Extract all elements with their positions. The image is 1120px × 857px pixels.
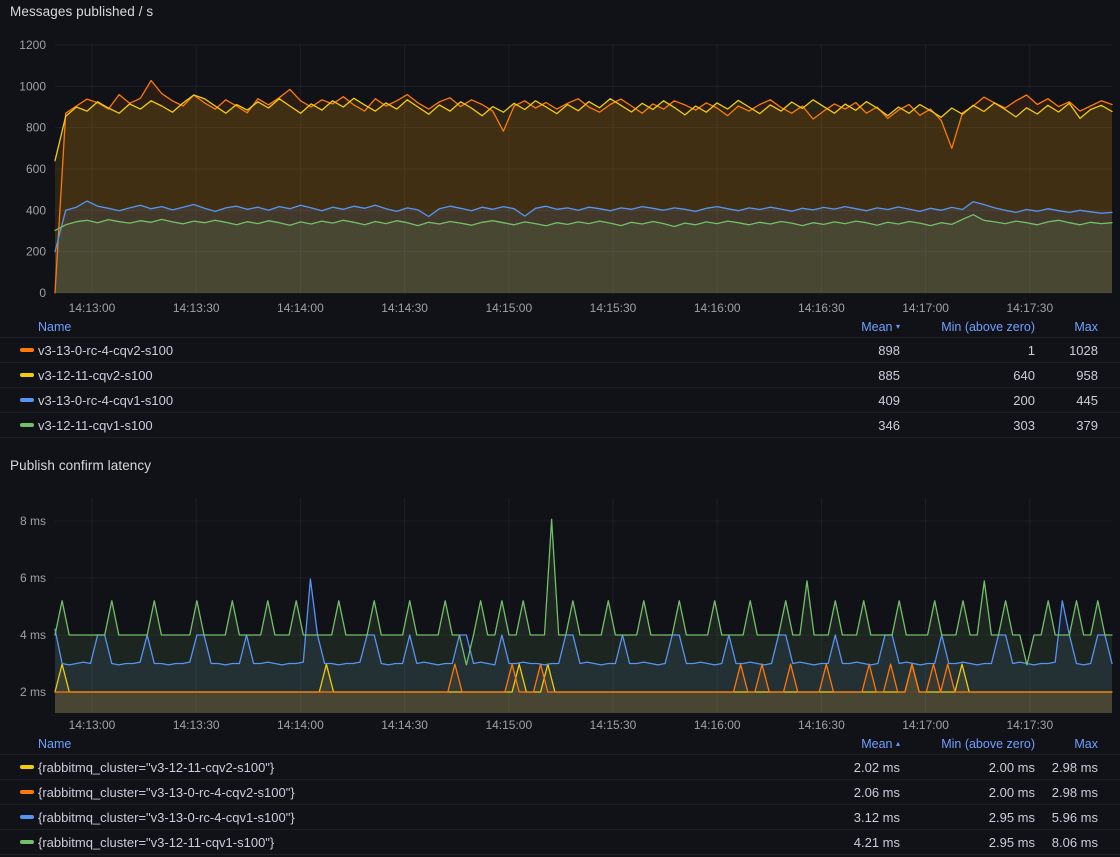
svg-text:6 ms: 6 ms bbox=[20, 571, 46, 585]
legend-header-max[interactable]: Max bbox=[1035, 737, 1098, 751]
svg-text:1200: 1200 bbox=[19, 38, 46, 52]
svg-text:14:13:00: 14:13:00 bbox=[69, 301, 116, 315]
min-value: 2.95 ms bbox=[900, 810, 1035, 825]
legend-header-mean[interactable]: Mean ▴ bbox=[750, 737, 900, 751]
legend-header-min[interactable]: Min (above zero) bbox=[900, 737, 1035, 751]
series-name[interactable]: {rabbitmq_cluster="v3-12-11-cqv2-s100"} bbox=[38, 760, 750, 775]
svg-text:14:15:00: 14:15:00 bbox=[485, 301, 532, 315]
mean-value: 898 bbox=[750, 343, 900, 358]
mean-value: 2.06 ms bbox=[750, 785, 900, 800]
max-value: 1028 bbox=[1035, 343, 1098, 358]
series-color-swatch[interactable] bbox=[20, 790, 34, 794]
series-name[interactable]: {rabbitmq_cluster="v3-12-11-cqv1-s100"} bbox=[38, 835, 750, 850]
legend-row[interactable]: {rabbitmq_cluster="v3-12-11-cqv1-s100"} … bbox=[0, 829, 1120, 854]
legend-header-row: Name Mean ▴ Min (above zero) Max bbox=[0, 734, 1120, 754]
svg-text:14:13:00: 14:13:00 bbox=[69, 718, 116, 732]
svg-text:14:14:30: 14:14:30 bbox=[381, 718, 428, 732]
series-color-swatch[interactable] bbox=[20, 765, 34, 769]
svg-text:14:13:30: 14:13:30 bbox=[173, 301, 220, 315]
svg-text:4 ms: 4 ms bbox=[20, 628, 46, 642]
min-value: 200 bbox=[900, 393, 1035, 408]
max-value: 2.98 ms bbox=[1035, 760, 1098, 775]
panel-title-publish-confirm-latency[interactable]: Publish confirm latency bbox=[10, 458, 151, 473]
svg-text:800: 800 bbox=[26, 121, 46, 135]
series-color-swatch[interactable] bbox=[20, 840, 34, 844]
mean-value: 2.02 ms bbox=[750, 760, 900, 775]
series-name[interactable]: {rabbitmq_cluster="v3-13-0-rc-4-cqv1-s10… bbox=[38, 810, 750, 825]
svg-text:14:16:00: 14:16:00 bbox=[694, 301, 741, 315]
svg-text:14:16:30: 14:16:30 bbox=[798, 718, 845, 732]
legend-row[interactable]: v3-12-11-cqv2-s100 885 640 958 bbox=[0, 362, 1120, 387]
svg-text:14:17:00: 14:17:00 bbox=[902, 301, 949, 315]
svg-text:14:17:30: 14:17:30 bbox=[1006, 718, 1053, 732]
svg-text:14:15:00: 14:15:00 bbox=[485, 718, 532, 732]
svg-text:14:15:30: 14:15:30 bbox=[590, 718, 637, 732]
series-color-swatch[interactable] bbox=[20, 815, 34, 819]
svg-text:400: 400 bbox=[26, 203, 46, 217]
series-name[interactable]: v3-12-11-cqv2-s100 bbox=[38, 368, 750, 383]
mean-value: 4.21 ms bbox=[750, 835, 900, 850]
svg-text:0: 0 bbox=[39, 286, 46, 300]
legend-header-name[interactable]: Name bbox=[38, 737, 750, 751]
mean-value: 346 bbox=[750, 418, 900, 433]
svg-text:14:17:00: 14:17:00 bbox=[902, 718, 949, 732]
svg-text:14:15:30: 14:15:30 bbox=[590, 301, 637, 315]
legend-header-mean[interactable]: Mean ▾ bbox=[750, 320, 900, 334]
min-value: 303 bbox=[900, 418, 1035, 433]
mean-value: 3.12 ms bbox=[750, 810, 900, 825]
min-value: 640 bbox=[900, 368, 1035, 383]
legend-header-min[interactable]: Min (above zero) bbox=[900, 320, 1035, 334]
series-color-swatch[interactable] bbox=[20, 398, 34, 402]
series-name[interactable]: v3-12-11-cqv1-s100 bbox=[38, 418, 750, 433]
legend-row[interactable]: {rabbitmq_cluster="v3-12-11-cqv2-s100"} … bbox=[0, 754, 1120, 779]
max-value: 379 bbox=[1035, 418, 1098, 433]
series-name[interactable]: v3-13-0-rc-4-cqv2-s100 bbox=[38, 343, 750, 358]
svg-text:14:14:00: 14:14:00 bbox=[277, 301, 324, 315]
legend-row[interactable]: v3-13-0-rc-4-cqv1-s100 409 200 445 bbox=[0, 387, 1120, 412]
svg-text:1000: 1000 bbox=[19, 79, 46, 93]
grafana-dashboard: { "colors": { "background": "#111217", "… bbox=[0, 0, 1120, 857]
svg-text:14:16:00: 14:16:00 bbox=[694, 718, 741, 732]
max-value: 5.96 ms bbox=[1035, 810, 1098, 825]
svg-text:8 ms: 8 ms bbox=[20, 514, 46, 528]
max-value: 958 bbox=[1035, 368, 1098, 383]
legend-table-messages-published: Name Mean ▾ Min (above zero) Max v3-13-0… bbox=[0, 317, 1120, 438]
max-value: 2.98 ms bbox=[1035, 785, 1098, 800]
legend-row[interactable]: v3-13-0-rc-4-cqv2-s100 898 1 1028 bbox=[0, 337, 1120, 362]
legend-table-publish-confirm-latency: Name Mean ▴ Min (above zero) Max {rabbit… bbox=[0, 734, 1120, 855]
min-value: 2.95 ms bbox=[900, 835, 1035, 850]
min-value: 2.00 ms bbox=[900, 785, 1035, 800]
svg-text:200: 200 bbox=[26, 245, 46, 259]
svg-text:14:14:00: 14:14:00 bbox=[277, 718, 324, 732]
legend-header-max[interactable]: Max bbox=[1035, 320, 1098, 334]
max-value: 8.06 ms bbox=[1035, 835, 1098, 850]
svg-text:14:14:30: 14:14:30 bbox=[381, 301, 428, 315]
legend-row[interactable]: {rabbitmq_cluster="v3-13-0-rc-4-cqv2-s10… bbox=[0, 779, 1120, 804]
mean-value: 409 bbox=[750, 393, 900, 408]
min-value: 1 bbox=[900, 343, 1035, 358]
chart-plot-area-messages-published[interactable] bbox=[55, 45, 1112, 293]
series-name[interactable]: {rabbitmq_cluster="v3-13-0-rc-4-cqv2-s10… bbox=[38, 785, 750, 800]
svg-text:14:16:30: 14:16:30 bbox=[798, 301, 845, 315]
max-value: 445 bbox=[1035, 393, 1098, 408]
series-name[interactable]: v3-13-0-rc-4-cqv1-s100 bbox=[38, 393, 750, 408]
svg-text:2 ms: 2 ms bbox=[20, 685, 46, 699]
mean-value: 885 bbox=[750, 368, 900, 383]
series-color-swatch[interactable] bbox=[20, 373, 34, 377]
legend-header-name[interactable]: Name bbox=[38, 320, 750, 334]
panel-title-messages-published[interactable]: Messages published / s bbox=[10, 4, 153, 19]
legend-header-row: Name Mean ▾ Min (above zero) Max bbox=[0, 317, 1120, 337]
chart-plot-area-publish-confirm-latency[interactable] bbox=[55, 498, 1112, 713]
series-color-swatch[interactable] bbox=[20, 423, 34, 427]
min-value: 2.00 ms bbox=[900, 760, 1035, 775]
svg-text:14:17:30: 14:17:30 bbox=[1006, 301, 1053, 315]
svg-text:600: 600 bbox=[26, 162, 46, 176]
legend-row[interactable]: {rabbitmq_cluster="v3-13-0-rc-4-cqv1-s10… bbox=[0, 804, 1120, 829]
svg-text:14:13:30: 14:13:30 bbox=[173, 718, 220, 732]
legend-row[interactable]: v3-12-11-cqv1-s100 346 303 379 bbox=[0, 412, 1120, 437]
series-color-swatch[interactable] bbox=[20, 348, 34, 352]
